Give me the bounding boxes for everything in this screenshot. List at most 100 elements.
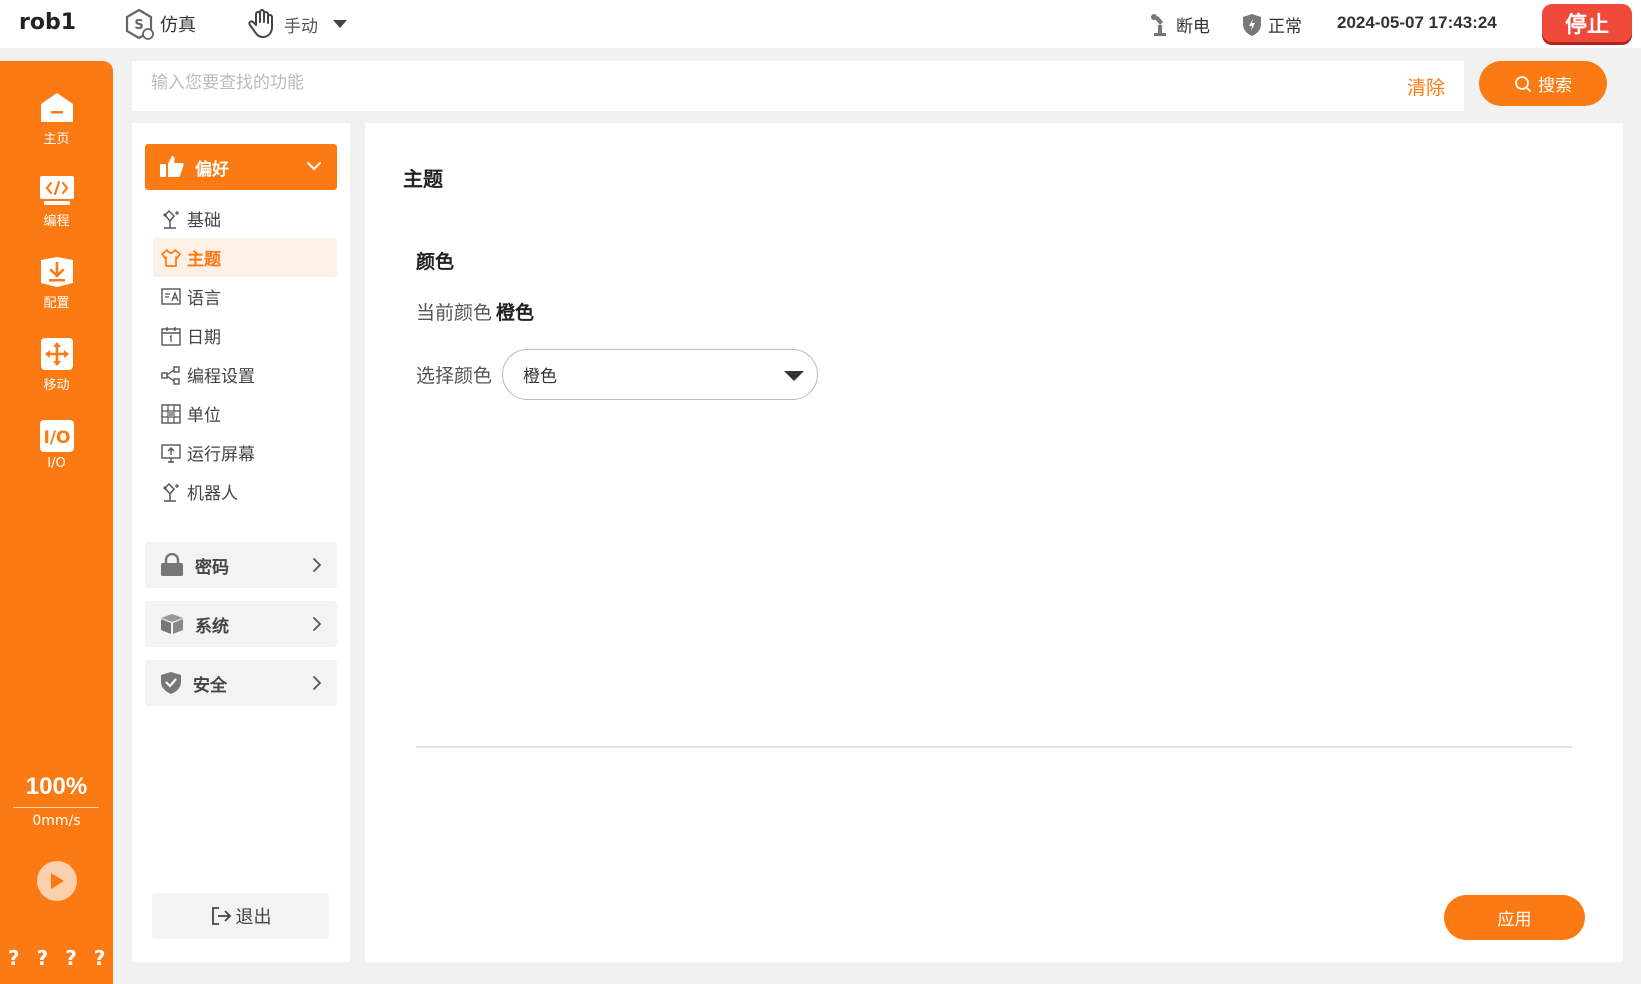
current-color-row: 当前颜色 橙色	[416, 298, 534, 325]
lock-icon	[161, 553, 183, 576]
category-label: 密码	[195, 557, 229, 578]
subitem-robot[interactable]: 机器人	[153, 472, 337, 511]
subitem-date[interactable]: 日期	[153, 316, 337, 355]
home-icon	[40, 93, 73, 122]
power-status: 断电	[1150, 12, 1210, 37]
hand-icon	[248, 9, 273, 38]
page-title: 主题	[403, 167, 443, 191]
search-bar: 清除	[132, 61, 1464, 111]
box-icon	[161, 614, 183, 634]
io-icon: I/O	[39, 420, 74, 452]
category-label: 偏好	[195, 159, 229, 180]
section-title: 颜色	[416, 251, 455, 273]
caret-down-icon	[333, 20, 347, 28]
share-nodes-icon	[161, 365, 180, 385]
color-select[interactable]: 橙色	[502, 349, 818, 400]
caret-down-icon	[784, 371, 804, 381]
simulation-label: 仿真	[160, 15, 196, 36]
chevron-right-icon	[313, 558, 322, 572]
subitem-label: 机器人	[187, 484, 238, 504]
power-status-label: 断电	[1176, 17, 1210, 37]
main-content: 主题 颜色 当前颜色 橙色 选择颜色 橙色 应用	[365, 123, 1623, 962]
question-mark: ?	[93, 946, 106, 970]
chevron-right-icon	[313, 617, 322, 631]
safety-status-label: 正常	[1268, 17, 1302, 37]
top-bar: rob1 S 仿真 手动 断电 正常 2024-05-07 17:43:24 停…	[0, 0, 1641, 48]
category-preferences[interactable]: 偏好	[145, 144, 337, 190]
subitem-label: 日期	[187, 328, 221, 348]
download-config-icon	[40, 257, 73, 287]
subitem-label: 运行屏幕	[187, 445, 255, 465]
chevron-right-icon	[313, 676, 322, 690]
calendar-icon	[161, 326, 181, 346]
code-icon	[39, 176, 74, 205]
translate-icon	[161, 287, 181, 305]
sidebar-item-label: I/O	[47, 456, 66, 471]
screen-upload-icon	[161, 443, 181, 463]
robot-arm-icon	[1151, 13, 1166, 36]
category-label: 安全	[193, 675, 227, 696]
robot-name: rob1	[19, 10, 77, 35]
sidebar-item-config[interactable]: 配置	[0, 255, 113, 311]
svg-text:S: S	[134, 18, 143, 33]
subitem-label: 基础	[187, 211, 221, 231]
subitem-run-screen[interactable]: 运行屏幕	[153, 433, 337, 472]
category-safety[interactable]: 安全	[145, 660, 337, 706]
subitem-label: 主题	[187, 250, 221, 270]
move-arrows-icon	[40, 338, 73, 370]
subitem-programming-settings[interactable]: 编程设置	[153, 355, 337, 394]
current-color-label: 当前颜色	[416, 302, 493, 324]
divider	[416, 746, 1572, 748]
speed-value: 0mm/s	[32, 813, 81, 829]
category-label: 系统	[195, 616, 229, 637]
play-button[interactable]	[37, 861, 77, 901]
manual-label: 手动	[284, 16, 318, 37]
simulation-icon: S	[125, 8, 154, 40]
current-color-value: 橙色	[496, 302, 535, 324]
grid-icon	[161, 403, 181, 424]
subitem-theme[interactable]: 主题	[153, 238, 337, 277]
question-mark: ?	[8, 946, 20, 970]
shield-check-icon	[161, 672, 181, 694]
sidebar-item-programming[interactable]: 编程	[0, 173, 113, 229]
subitem-language[interactable]: 语言	[153, 277, 337, 316]
subitem-label: 单位	[187, 406, 221, 426]
sidebar-item-move[interactable]: 移动	[0, 337, 113, 393]
search-button-label: 搜索	[1538, 76, 1572, 96]
thumbs-up-icon	[160, 156, 184, 177]
search-input[interactable]	[151, 73, 1301, 93]
select-color-label: 选择颜色	[416, 365, 493, 387]
datetime: 2024-05-07 17:43:24	[1337, 13, 1497, 32]
subitem-label: 编程设置	[187, 367, 255, 387]
clear-button[interactable]: 清除	[1407, 73, 1445, 100]
sidebar-item-io[interactable]: I/O I/O	[0, 419, 113, 471]
speed-percent[interactable]: 100%	[0, 773, 113, 801]
category-password[interactable]: 密码	[145, 542, 337, 588]
simulation-mode[interactable]: S 仿真	[124, 8, 196, 40]
category-system[interactable]: 系统	[145, 601, 337, 647]
safety-status: 正常	[1242, 12, 1302, 37]
robot-arm-icon	[163, 482, 179, 502]
logout-button[interactable]: 退出	[152, 893, 329, 939]
manual-mode-dropdown[interactable]: 手动	[246, 8, 348, 40]
shirt-icon	[161, 248, 181, 267]
search-button[interactable]: 搜索	[1479, 61, 1607, 106]
question-mark: ?	[36, 946, 49, 970]
settings-nav: 偏好 基础 主题 语言 日期 编程设置 单位 运行屏幕 机器人 密码 系统 安全…	[132, 123, 350, 962]
chevron-down-icon	[307, 162, 321, 171]
shield-bolt-icon	[1243, 13, 1261, 36]
speed-divider	[13, 807, 99, 808]
logout-icon	[211, 907, 231, 925]
bottom-marks: ? ? ? ?	[8, 946, 105, 970]
color-select-value: 橙色	[523, 367, 557, 387]
sidebar-item-label: 配置	[43, 296, 70, 311]
subitem-units[interactable]: 单位	[153, 394, 337, 433]
subitem-label: 语言	[187, 289, 221, 309]
subitem-basic[interactable]: 基础	[153, 199, 337, 238]
sidebar-item-label: 移动	[43, 378, 70, 393]
sidebar-item-home[interactable]: 主页	[0, 91, 113, 147]
question-mark: ?	[65, 946, 77, 970]
apply-button[interactable]: 应用	[1444, 895, 1585, 940]
robot-arm-icon	[163, 209, 179, 229]
stop-button[interactable]: 停止	[1542, 4, 1632, 42]
